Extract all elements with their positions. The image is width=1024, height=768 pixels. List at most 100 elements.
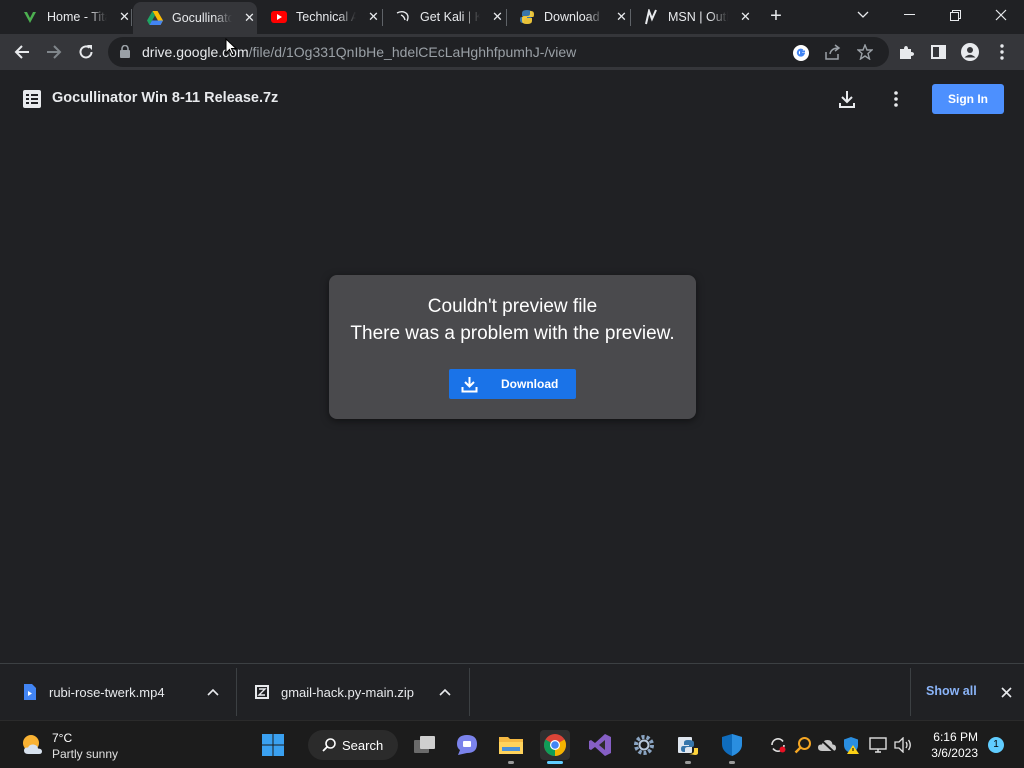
python-app-button[interactable] [673, 730, 703, 764]
sign-in-button[interactable]: Sign In [932, 84, 1004, 114]
show-all-downloads-link[interactable]: Show all [926, 684, 977, 698]
tab-search-button[interactable] [840, 0, 886, 30]
download-icon [839, 91, 855, 108]
reload-icon [79, 45, 93, 59]
weather-description: Partly sunny [52, 747, 119, 761]
tab-technical[interactable]: Technical A ✕ [257, 3, 381, 31]
tab-gocullinator[interactable]: Gocullinator ✕ [133, 2, 257, 34]
clock-time: 6:16 PM [933, 730, 978, 744]
weather-widget[interactable]: 7°C Partly sunny [20, 731, 118, 761]
download-icon [459, 374, 479, 394]
minimize-button[interactable] [886, 0, 932, 30]
download-item[interactable]: rubi-rose-twerk.mp4 [22, 664, 236, 720]
windows-logo-icon [262, 734, 284, 756]
visual-studio-icon [589, 734, 611, 756]
forward-button[interactable] [42, 40, 66, 64]
chrome-menu-button[interactable] [990, 40, 1014, 64]
arrow-right-icon [47, 45, 62, 59]
weather-temperature: 7°C [52, 731, 73, 745]
browser-tab-strip: Home - Titan ✕ Gocullinator ✕ Technical … [0, 0, 1024, 34]
close-icon[interactable]: ✕ [738, 9, 753, 25]
browser-toolbar: drive.google.com/file/d/1Og331QnIbHe_hde… [0, 34, 1024, 70]
error-message: There was a problem with the preview. [350, 323, 675, 344]
close-icon[interactable]: ✕ [490, 9, 505, 25]
folder-icon [499, 737, 523, 754]
youtube-icon [271, 9, 287, 25]
download-file-name: rubi-rose-twerk.mp4 [49, 684, 165, 700]
more-vert-icon [1000, 44, 1004, 60]
display-icon[interactable] [867, 734, 889, 756]
taskbar-search[interactable]: Search [308, 730, 398, 760]
url-text[interactable]: drive.google.com/file/d/1Og331QnIbHe_hde… [142, 44, 576, 60]
security-warning-icon[interactable] [840, 734, 862, 756]
start-button[interactable] [258, 730, 288, 760]
file-type-icon [23, 90, 41, 113]
close-window-button[interactable] [978, 0, 1024, 30]
more-options-button[interactable] [894, 91, 898, 112]
close-icon[interactable]: ✕ [366, 9, 381, 25]
shield-icon [722, 734, 742, 756]
puzzle-icon [900, 46, 914, 59]
extensions-button[interactable] [894, 40, 918, 64]
side-panel-icon [930, 45, 946, 59]
windows-taskbar: 7°C Partly sunny Search 6:16 PM 3/6/2023… [0, 720, 1024, 768]
tab-download-python[interactable]: Download ✕ [505, 3, 629, 31]
close-shelf-button[interactable] [998, 684, 1014, 700]
python-icon [519, 9, 535, 25]
download-button-label: Download [501, 377, 559, 391]
task-view-button[interactable] [410, 730, 440, 760]
download-item[interactable]: gmail-hack.py-main.zip [254, 664, 468, 720]
task-view-icon [414, 736, 435, 753]
arrow-left-icon [14, 45, 29, 59]
msn-icon [643, 9, 659, 25]
close-icon[interactable]: ✕ [614, 9, 629, 25]
search-icon [322, 738, 336, 752]
more-vert-icon [894, 91, 898, 107]
visual-studio-button[interactable] [585, 730, 615, 760]
clock[interactable]: 6:16 PM 3/6/2023 [924, 730, 978, 760]
titan-favicon-icon [22, 9, 38, 25]
sync-icon[interactable] [767, 734, 789, 756]
preview-area: Couldn't preview file There was a proble… [0, 128, 1024, 663]
close-icon[interactable]: ✕ [242, 10, 257, 26]
settings-button[interactable] [629, 730, 659, 760]
download-file-name: gmail-hack.py-main.zip [281, 684, 414, 700]
drive-viewer-header: Gocullinator Win 8-11 Release.7z Sign In [0, 70, 1024, 128]
download-file-button[interactable]: Download [449, 369, 576, 399]
lock-icon[interactable] [120, 44, 130, 63]
tab-msn-outlook[interactable]: MSN | Outlook ✕ [629, 3, 753, 31]
clock-date: 3/6/2023 [931, 746, 978, 760]
video-file-icon [24, 684, 36, 700]
close-icon[interactable]: ✕ [117, 9, 132, 25]
gear-icon [634, 735, 654, 755]
chevron-up-icon[interactable] [437, 684, 453, 700]
profile-button[interactable] [958, 40, 982, 64]
chrome-taskbar-button[interactable] [540, 730, 570, 764]
file-explorer-button[interactable] [496, 730, 526, 764]
windows-security-button[interactable] [717, 730, 747, 764]
python-icon [678, 737, 698, 755]
search-tray-icon[interactable] [792, 734, 814, 756]
google-lens-icon[interactable] [792, 44, 810, 67]
download-button[interactable] [838, 90, 856, 113]
back-button[interactable] [10, 40, 34, 64]
partly-sunny-icon [23, 735, 42, 754]
tab-get-kali[interactable]: Get Kali | K ✕ [381, 3, 505, 31]
restore-button[interactable] [932, 0, 978, 30]
teams-chat-button[interactable] [452, 730, 482, 760]
new-tab-button[interactable]: + [766, 6, 786, 27]
chevron-up-icon[interactable] [205, 684, 221, 700]
error-title: Couldn't preview file [427, 296, 598, 317]
profile-icon [961, 43, 979, 61]
google-drive-icon [147, 10, 163, 26]
tab-home-titan[interactable]: Home - Titan ✕ [8, 3, 132, 31]
share-icon[interactable] [825, 44, 841, 65]
reload-button[interactable] [74, 40, 98, 64]
volume-icon[interactable] [892, 734, 914, 756]
preview-error-card: Couldn't preview file There was a proble… [329, 275, 696, 419]
notification-badge[interactable]: 1 [988, 737, 1004, 753]
bookmark-star-icon[interactable] [856, 43, 874, 65]
onedrive-offline-icon[interactable] [816, 734, 838, 756]
side-panel-button[interactable] [926, 40, 950, 64]
search-label: Search [342, 737, 384, 753]
